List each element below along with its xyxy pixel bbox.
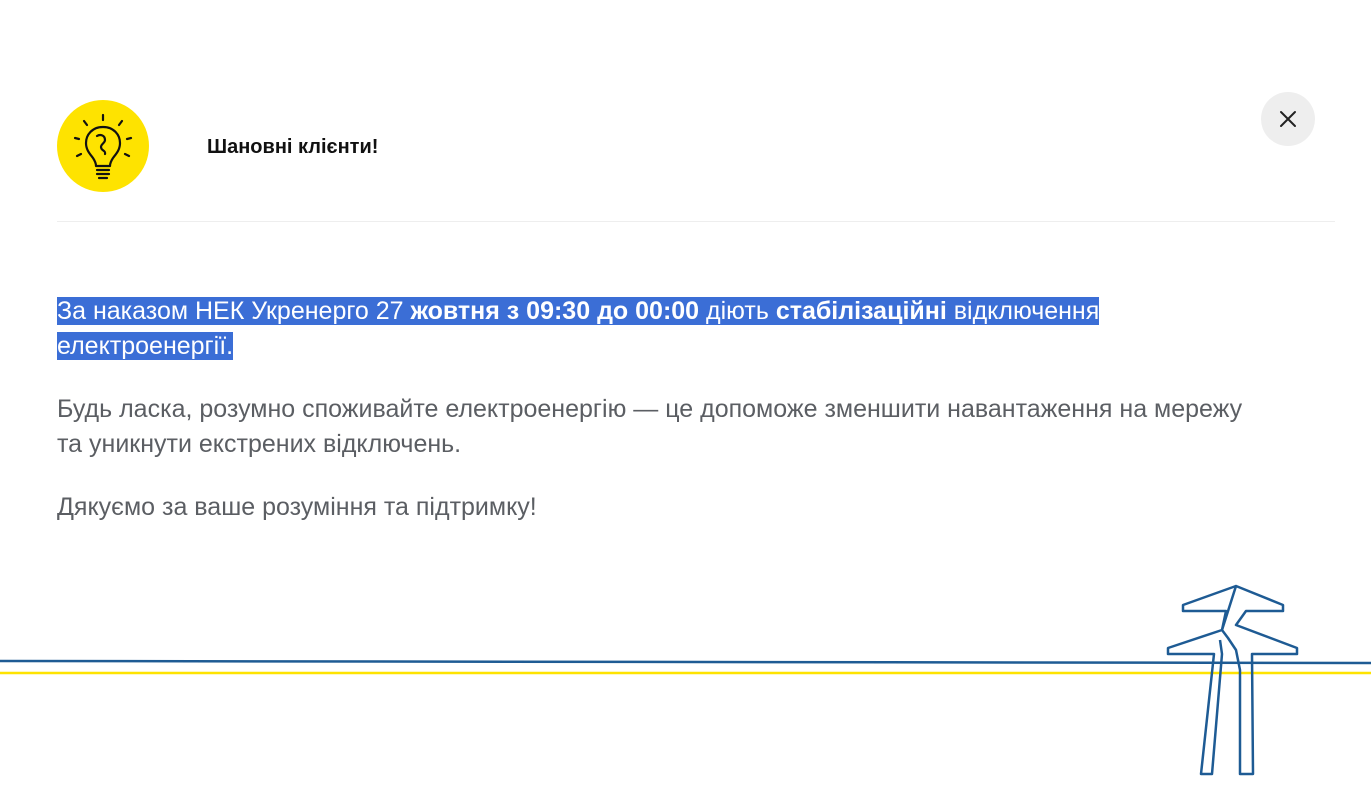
notice-time-range: жовтня з 09:30 до 00:00 — [410, 297, 700, 325]
notice-text-part: За наказом НЕК Укренерго 27 — [57, 297, 411, 325]
modal-title: Шановні клієнти! — [207, 136, 379, 158]
advice-paragraph: Будь ласка, розумно споживайте електроен… — [57, 395, 1243, 458]
modal-header: Шановні клієнти! — [57, 100, 1335, 222]
notice-outage-type: стабілізаційні — [775, 297, 947, 325]
close-icon — [1280, 111, 1296, 127]
message-body: За наказом НЕК Укренерго 27 жовтня з 09:… — [57, 294, 1257, 525]
notice-modal: Шановні клієнти! За наказом НЕК Укренерг… — [0, 0, 1371, 790]
lightbulb-badge — [57, 100, 149, 192]
selected-text: За наказом НЕК Укренерго 27 жовтня з 09:… — [57, 297, 1100, 360]
lightbulb-icon — [73, 113, 133, 180]
power-pylon-icon — [1166, 584, 1299, 776]
notice-paragraph: За наказом НЕК Укренерго 27 жовтня з 09:… — [57, 294, 1207, 364]
blue-wire — [0, 659, 1371, 665]
close-button[interactable] — [1261, 92, 1315, 146]
power-line-decoration — [0, 584, 1371, 776]
thanks-paragraph: Дякуємо за ваше розуміння та підтримку! — [57, 493, 537, 521]
notice-text-part: діють — [699, 297, 776, 325]
